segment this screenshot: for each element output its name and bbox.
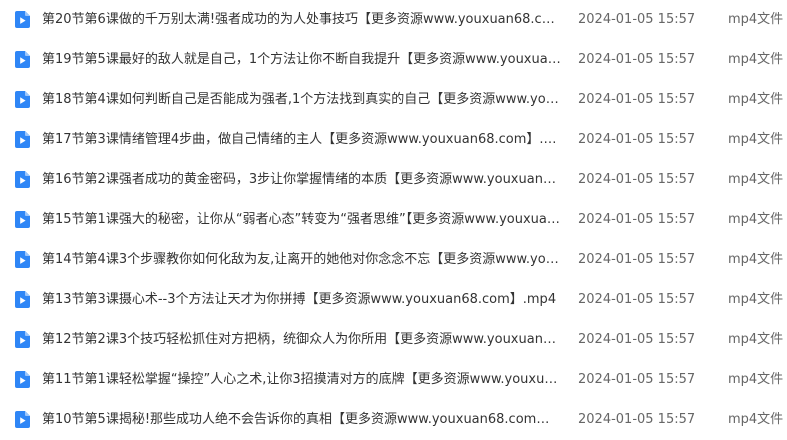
video-file-icon	[15, 211, 30, 228]
file-modified-date: 2024-01-05 15:57	[578, 212, 696, 227]
file-modified-date: 2024-01-05 15:57	[578, 252, 696, 267]
file-row[interactable]: 第16节第2课强者成功的黄金密码，3步让你掌握情绪的本质【更多资源www.you…	[0, 160, 787, 200]
file-list: 第20节第6课做的千万别太满!强者成功的为人处事技巧【更多资源www.youxu…	[0, 0, 787, 435]
video-file-icon	[15, 371, 30, 388]
file-name[interactable]: 第15节第1课强大的秘密，让你从“弱者心态”转变为“强者思维”【更多资源www.…	[42, 200, 562, 240]
file-row[interactable]: 第18节第4课如何判断自己是否能成为强者,1个方法找到真实的自己【更多资源www…	[0, 80, 787, 120]
file-row[interactable]: 第17节第3课情绪管理4步曲，做自己情绪的主人【更多资源www.youxuan6…	[0, 120, 787, 160]
file-name[interactable]: 第13节第3课摄心术--3个方法让天才为你拼搏【更多资源www.youxuan6…	[42, 280, 562, 320]
video-file-icon	[15, 11, 30, 28]
file-modified-date: 2024-01-05 15:57	[578, 92, 696, 107]
file-name[interactable]: 第14节第4课3个步骤教你如何化敌为友,让离开的她他对你念念不忘【更多资源www…	[42, 240, 562, 280]
file-type: mp4文件	[728, 52, 784, 67]
file-type: mp4文件	[728, 12, 784, 27]
file-row[interactable]: 第19节第5课最好的敌人就是自己，1个方法让你不断自我提升【更多资源www.yo…	[0, 40, 787, 80]
file-name[interactable]: 第19节第5课最好的敌人就是自己，1个方法让你不断自我提升【更多资源www.yo…	[42, 40, 562, 80]
file-row[interactable]: 第10节第5课揭秘!那些成功人绝不会告诉你的真相【更多资源www.youxuan…	[0, 400, 787, 440]
file-type: mp4文件	[728, 132, 784, 147]
file-name[interactable]: 第17节第3课情绪管理4步曲，做自己情绪的主人【更多资源www.youxuan6…	[42, 120, 562, 160]
video-file-icon	[15, 291, 30, 308]
file-modified-date: 2024-01-05 15:57	[578, 412, 696, 427]
video-file-icon	[15, 51, 30, 68]
file-modified-date: 2024-01-05 15:57	[578, 52, 696, 67]
file-modified-date: 2024-01-05 15:57	[578, 292, 696, 307]
file-modified-date: 2024-01-05 15:57	[578, 12, 696, 27]
video-file-icon	[15, 411, 30, 428]
file-row[interactable]: 第11节第1课轻松掌握“操控”人心之术,让你3招摸清对方的底牌【更多资源www.…	[0, 360, 787, 400]
file-name[interactable]: 第11节第1课轻松掌握“操控”人心之术,让你3招摸清对方的底牌【更多资源www.…	[42, 360, 562, 400]
file-type: mp4文件	[728, 252, 784, 267]
file-modified-date: 2024-01-05 15:57	[578, 372, 696, 387]
video-file-icon	[15, 251, 30, 268]
file-type: mp4文件	[728, 372, 784, 387]
file-name[interactable]: 第20节第6课做的千万别太满!强者成功的为人处事技巧【更多资源www.youxu…	[42, 0, 562, 40]
file-modified-date: 2024-01-05 15:57	[578, 132, 696, 147]
file-name[interactable]: 第10节第5课揭秘!那些成功人绝不会告诉你的真相【更多资源www.youxuan…	[42, 400, 562, 440]
file-row[interactable]: 第12节第2课3个技巧轻松抓住对方把柄，统御众人为你所用【更多资源www.you…	[0, 320, 787, 360]
file-name[interactable]: 第12节第2课3个技巧轻松抓住对方把柄，统御众人为你所用【更多资源www.you…	[42, 320, 562, 360]
file-type: mp4文件	[728, 212, 784, 227]
file-type: mp4文件	[728, 332, 784, 347]
file-type: mp4文件	[728, 172, 784, 187]
file-type: mp4文件	[728, 412, 784, 427]
file-row[interactable]: 第14节第4课3个步骤教你如何化敌为友,让离开的她他对你念念不忘【更多资源www…	[0, 240, 787, 280]
file-type: mp4文件	[728, 92, 784, 107]
video-file-icon	[15, 131, 30, 148]
video-file-icon	[15, 331, 30, 348]
file-modified-date: 2024-01-05 15:57	[578, 172, 696, 187]
video-file-icon	[15, 91, 30, 108]
file-row[interactable]: 第15节第1课强大的秘密，让你从“弱者心态”转变为“强者思维”【更多资源www.…	[0, 200, 787, 240]
file-type: mp4文件	[728, 292, 784, 307]
file-name[interactable]: 第16节第2课强者成功的黄金密码，3步让你掌握情绪的本质【更多资源www.you…	[42, 160, 562, 200]
video-file-icon	[15, 171, 30, 188]
file-row[interactable]: 第20节第6课做的千万别太满!强者成功的为人处事技巧【更多资源www.youxu…	[0, 0, 787, 40]
file-modified-date: 2024-01-05 15:57	[578, 332, 696, 347]
file-name[interactable]: 第18节第4课如何判断自己是否能成为强者,1个方法找到真实的自己【更多资源www…	[42, 80, 562, 120]
file-row[interactable]: 第13节第3课摄心术--3个方法让天才为你拼搏【更多资源www.youxuan6…	[0, 280, 787, 320]
